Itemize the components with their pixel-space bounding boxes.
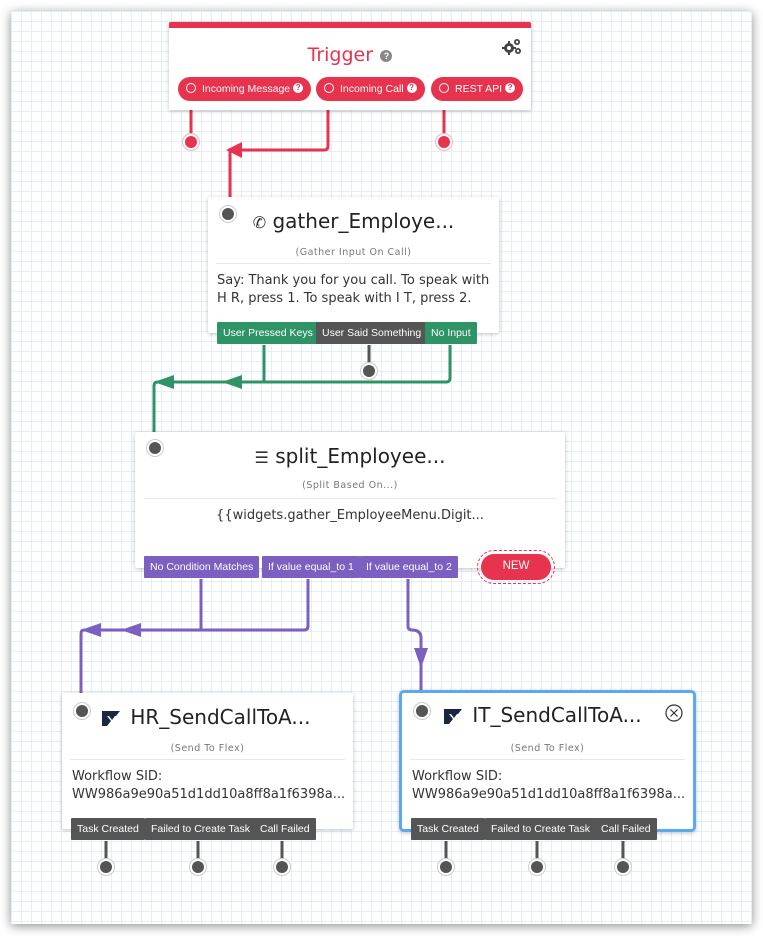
it-send-to-flex-widget[interactable]: IT_SendCallToA... (Send To Flex) Workflo…: [399, 690, 696, 832]
split-icon: ☰: [254, 448, 269, 467]
it-body: Workflow SID: WW986a9e90a51d1dd10a8ff8a1…: [412, 768, 685, 804]
gather-widget[interactable]: ✆ gather_Employe... (Gather Input On Cal…: [208, 197, 499, 333]
hr-body: Workflow SID: WW986a9e90a51d1dd10a8ff8a1…: [72, 768, 345, 804]
body-line: Workflow SID:: [72, 769, 163, 784]
hr-failed-port[interactable]: [192, 861, 204, 873]
trigger-rest-port[interactable]: [438, 136, 450, 148]
hr-call-failed-port[interactable]: [276, 861, 288, 873]
transition-hr-call-failed[interactable]: Call Failed: [254, 818, 316, 840]
trigger-incoming-call[interactable]: Incoming Call?: [316, 77, 425, 101]
gather-body: Say: Thank you for you call. To speak wi…: [217, 272, 489, 308]
split-input-port[interactable]: [149, 442, 161, 454]
trigger-incoming-message[interactable]: Incoming Message?: [178, 77, 312, 101]
transition-no-condition-matches[interactable]: No Condition Matches: [144, 556, 260, 578]
trigger-title-row: Trigger ?: [169, 44, 531, 66]
phone-icon: ✆: [252, 213, 267, 232]
transition-it-task-created[interactable]: Task Created: [411, 818, 485, 840]
transition-value-equal-to-1[interactable]: If value equal_to 1: [262, 556, 360, 578]
gather-input-port[interactable]: [222, 208, 234, 220]
gears-icon[interactable]: [501, 37, 523, 57]
trigger-widget[interactable]: Trigger ? Incoming Message? Incoming Cal…: [169, 22, 531, 110]
gather-title: gather_Employe...: [272, 209, 455, 233]
radio-icon: [186, 83, 196, 94]
body-line: H R, press 1. To speak with I T, press 2…: [217, 291, 472, 306]
split-subtitle: (Split Based On...): [302, 480, 398, 491]
user-said-something-port[interactable]: [363, 365, 375, 377]
it-subtitle: (Send To Flex): [510, 743, 585, 754]
split-body: {{widgets.gather_EmployeeMenu.Digit...: [135, 507, 565, 525]
close-circle-icon[interactable]: [665, 704, 683, 722]
trigger-message-port[interactable]: [185, 136, 197, 148]
split-title-row: ☰ split_Employee...: [135, 444, 565, 468]
pill-label: REST API: [455, 83, 503, 95]
transition-hr-task-created[interactable]: Task Created: [71, 818, 145, 840]
trigger-rest-api[interactable]: REST API?: [431, 77, 524, 101]
divider: [216, 263, 491, 264]
transition-value-equal-to-2[interactable]: If value equal_to 2: [360, 556, 458, 578]
trigger-title: Trigger: [307, 44, 374, 66]
radio-icon: [324, 83, 334, 94]
question-circle-icon[interactable]: ?: [505, 83, 516, 94]
hr-send-to-flex-widget[interactable]: HR_SendCallToA... (Send To Flex) Workflo…: [62, 693, 353, 829]
divider: [70, 759, 345, 760]
it-failed-port[interactable]: [531, 861, 543, 873]
divider: [144, 498, 556, 499]
flex-logo-icon: [444, 708, 462, 724]
body-line: Workflow SID:: [412, 769, 503, 784]
question-circle-icon[interactable]: ?: [406, 83, 417, 94]
hr-title-row: HR_SendCallToA...: [102, 705, 310, 729]
it-task-created-port[interactable]: [440, 861, 452, 873]
transition-no-input[interactable]: No Input: [425, 322, 477, 344]
hr-subtitle: (Send To Flex): [170, 743, 245, 754]
split-widget[interactable]: ☰ split_Employee... (Split Based On...) …: [135, 432, 565, 568]
pill-label: Incoming Call: [340, 83, 404, 95]
pill-label: Incoming Message: [202, 83, 291, 95]
new-transition-button[interactable]: NEW: [477, 550, 555, 584]
transition-user-said-something[interactable]: User Said Something: [316, 322, 428, 344]
transition-it-failed-to-create-task[interactable]: Failed to Create Task: [485, 818, 597, 840]
it-title-row: IT_SendCallToA...: [444, 703, 642, 727]
transition-hr-failed-to-create-task[interactable]: Failed to Create Task: [145, 818, 257, 840]
gather-title-row: ✆ gather_Employe...: [208, 209, 499, 233]
it-call-failed-port[interactable]: [617, 861, 629, 873]
hr-title: HR_SendCallToA...: [130, 705, 311, 729]
transition-user-pressed-keys[interactable]: User Pressed Keys: [217, 322, 319, 344]
hr-input-port[interactable]: [76, 705, 88, 717]
flex-logo-icon: [102, 710, 120, 726]
body-line: Say: Thank you for you call. To speak wi…: [217, 273, 490, 288]
transition-it-call-failed[interactable]: Call Failed: [595, 818, 657, 840]
question-circle-icon[interactable]: ?: [293, 83, 304, 94]
it-title: IT_SendCallToA...: [472, 703, 642, 727]
body-line: WW986a9e90a51d1dd10a8ff8a1f6398a...: [412, 787, 686, 802]
body-line: WW986a9e90a51d1dd10a8ff8a1f6398a...: [72, 787, 346, 802]
split-title: split_Employee...: [275, 444, 446, 468]
question-circle-icon[interactable]: ?: [380, 49, 393, 62]
it-input-port[interactable]: [416, 705, 428, 717]
hr-task-created-port[interactable]: [100, 861, 112, 873]
radio-icon: [439, 83, 449, 94]
new-button-label: NEW: [481, 554, 551, 580]
gather-subtitle: (Gather Input On Call): [295, 247, 412, 258]
body-line: {{widgets.gather_EmployeeMenu.Digit...: [216, 508, 484, 523]
divider: [410, 759, 685, 760]
